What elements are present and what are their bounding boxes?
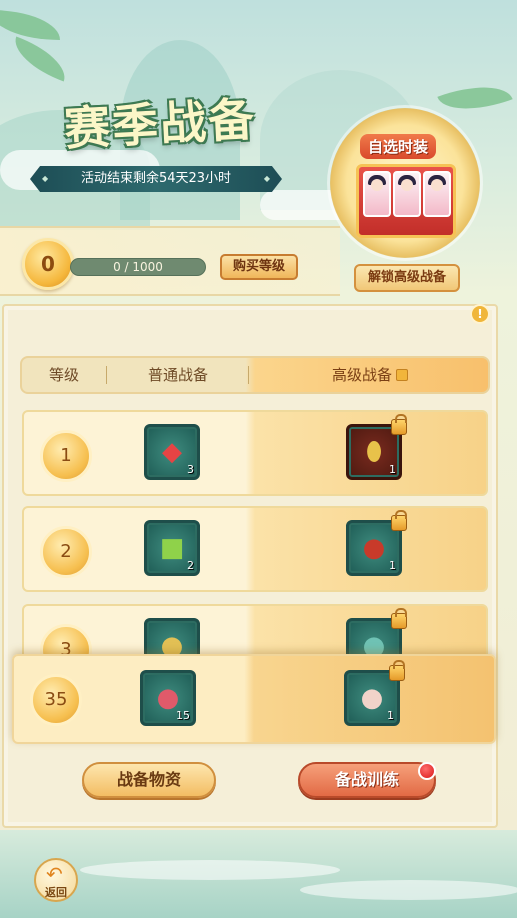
leaf-decoration [7,36,73,82]
fashion-chest-icon [356,164,456,238]
gift-box-icon[interactable]: ■ 2 [144,520,200,576]
character-card [423,171,451,217]
lucky-bag-icon[interactable]: ● 1 [344,660,405,726]
fashion-promo[interactable]: 自选时装 解锁高级战备 [322,108,492,308]
row-level-badge: 35 [30,674,82,726]
row-level-badge: 2 [40,526,92,578]
current-level-badge: 0 [22,238,74,290]
level-progress-bar: 0 / 1000 [70,258,206,276]
back-arrow-icon: ↶ [46,862,63,886]
header-advanced-label: 高级战备 [331,366,392,384]
header-normal: 普通战备 [147,366,208,384]
character-card [363,171,391,217]
page-title: 赛季战备 [62,92,258,156]
red-crystal-icon[interactable]: ◆ 3 [144,424,200,480]
info-icon[interactable]: ! [470,304,490,324]
divider [248,366,249,384]
item-quantity: 1 [389,463,396,476]
bottom-scenery [0,830,517,918]
back-label: 返回 [45,886,67,899]
red-pouch-icon[interactable]: ● 1 [346,510,407,576]
table-header: 等级 普通战备 高级战备 [20,356,490,394]
reward-row: 1 ◆ 3 ⬮ 1 [22,410,488,496]
wave-decoration [80,860,340,880]
divider [106,366,107,384]
training-button[interactable]: 备战训练 [298,762,436,798]
lock-icon [389,660,405,681]
promo-label: 自选时装 [360,134,437,159]
item-quantity: 1 [389,559,396,572]
back-button[interactable]: ↶ 返回 [34,858,78,902]
event-countdown: 活动结束剩余54天23小时 [30,166,282,192]
unlock-advanced-button[interactable]: 解锁高级战备 [354,264,460,292]
item-quantity: 1 [387,709,394,722]
progress-text: 0 / 1000 [113,260,163,274]
leaf-decoration [0,10,60,40]
red-orb-icon[interactable]: ● 15 [140,670,196,726]
lock-icon [396,369,408,381]
golden-egg-icon[interactable]: ⬮ 1 [346,414,407,480]
supplies-button[interactable]: 战备物资 [82,762,216,798]
header-level: 等级 [48,366,79,384]
character-card [393,171,421,217]
item-quantity: 15 [176,709,190,722]
item-quantity: 2 [187,559,194,572]
lock-icon [391,414,407,435]
reward-row: 2 ■ 2 ● 1 [22,506,488,592]
header-advanced: 高级战备 [250,358,490,392]
milestone-row: 35 ● 15 ● 1 [12,654,496,744]
buy-level-button[interactable]: 购买等级 [220,254,298,280]
notification-dot [418,762,436,780]
wave-decoration [300,880,517,900]
lock-icon [391,608,407,629]
item-quantity: 3 [187,463,194,476]
row-level-badge: 1 [40,430,92,482]
lock-icon [391,510,407,531]
